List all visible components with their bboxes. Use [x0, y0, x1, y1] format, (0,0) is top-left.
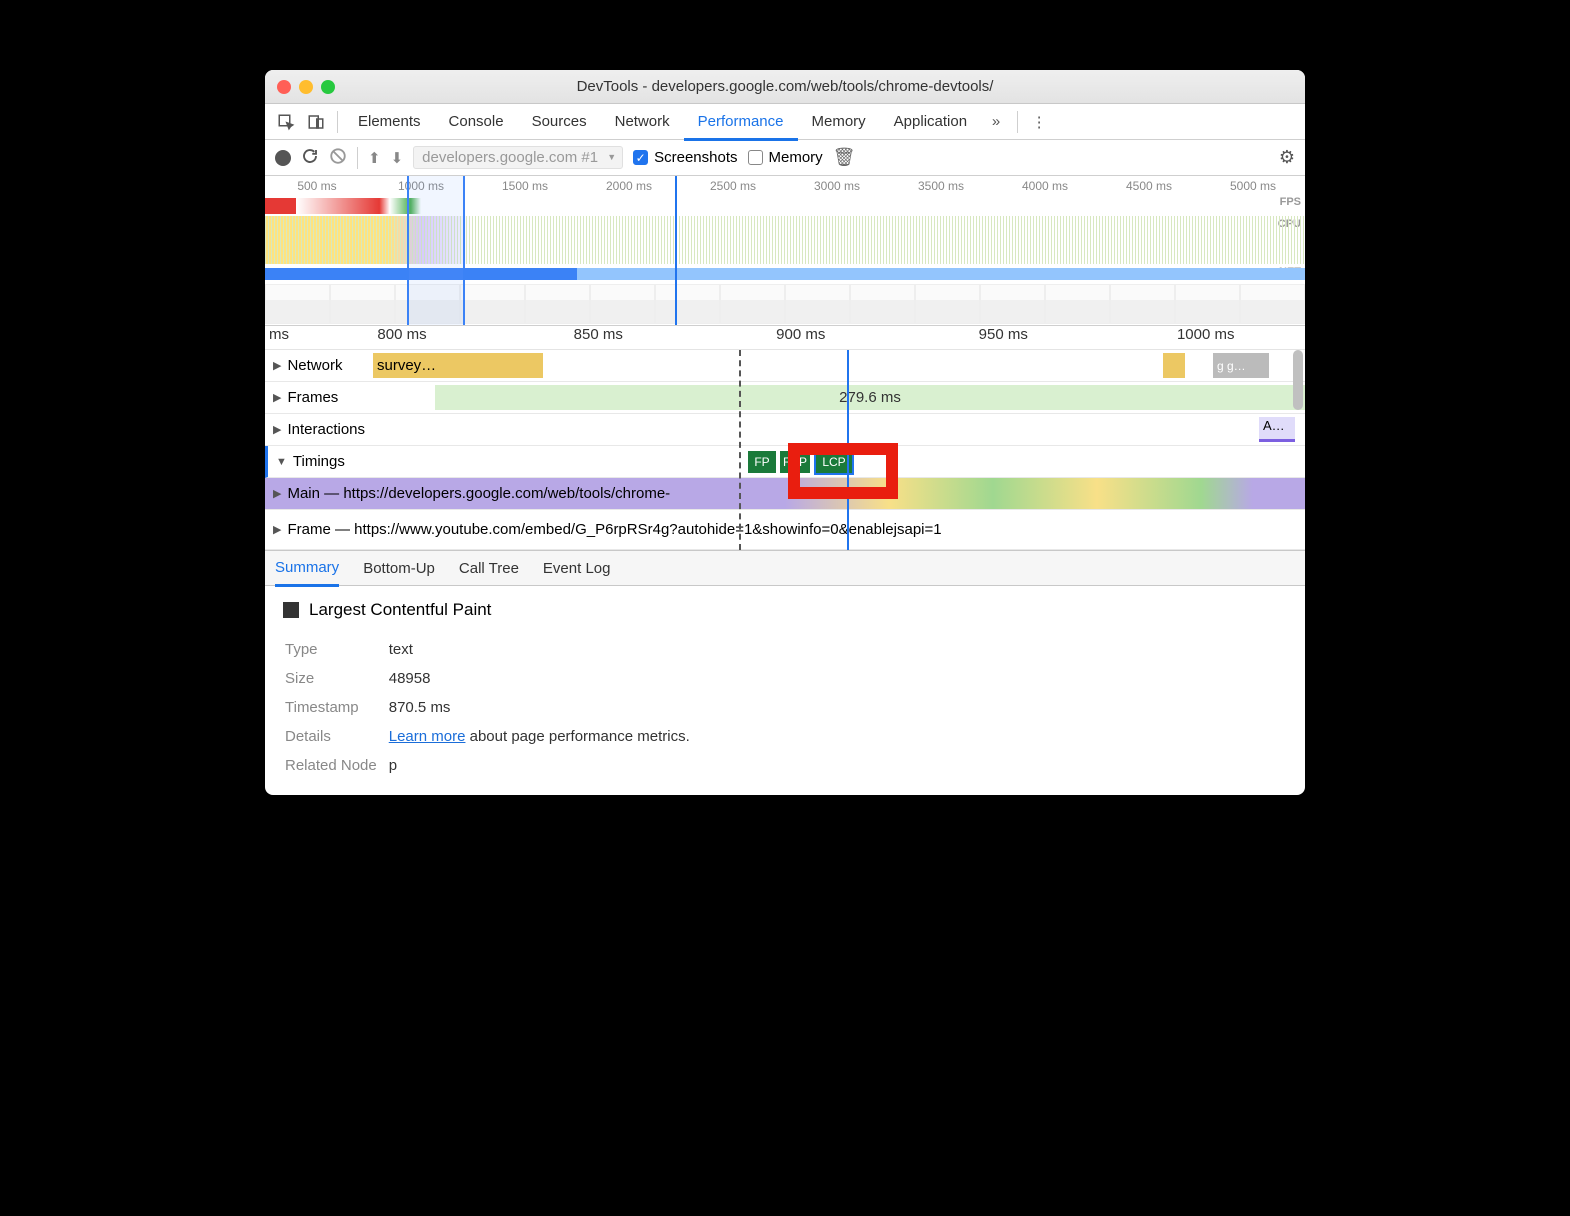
separator	[357, 147, 358, 169]
memory-checkbox[interactable]: Memory	[748, 149, 823, 166]
chevron-down-icon: ▼	[276, 456, 287, 468]
detail-ruler: ms 800 ms 850 ms 900 ms 950 ms 1000 ms	[265, 326, 1305, 350]
table-row: DetailsLearn more about page performance…	[285, 723, 700, 750]
fullscreen-icon[interactable]	[321, 80, 335, 94]
save-profile-icon[interactable]: ⬇	[391, 149, 404, 167]
tab-console[interactable]: Console	[435, 104, 518, 140]
tab-event-log[interactable]: Event Log	[543, 550, 611, 586]
tab-application[interactable]: Application	[880, 104, 981, 140]
interactions-track[interactable]: ▶ Interactions A…	[265, 414, 1305, 446]
recording-select[interactable]: developers.google.com #1	[413, 146, 623, 169]
device-toggle-icon[interactable]	[301, 107, 331, 137]
chevron-right-icon: ▶	[273, 523, 281, 536]
check-icon	[748, 150, 763, 165]
panel-tabs: Elements Console Sources Network Perform…	[265, 104, 1305, 140]
more-tabs-icon[interactable]: »	[981, 107, 1011, 137]
devtools-window: DevTools - developers.google.com/web/too…	[265, 70, 1305, 795]
separator	[1017, 111, 1018, 133]
main-track-label: Main — https://developers.google.com/web…	[287, 485, 670, 502]
timeline-overview[interactable]: 500 ms 1000 ms 1500 ms 2000 ms 2500 ms 3…	[265, 176, 1305, 326]
table-row: Typetext	[285, 636, 700, 663]
flame-chart-area: ms 800 ms 850 ms 900 ms 950 ms 1000 ms ▶…	[265, 326, 1305, 550]
inspect-icon[interactable]	[271, 107, 301, 137]
window-title: DevTools - developers.google.com/web/too…	[265, 78, 1305, 95]
overview-selection[interactable]	[407, 176, 465, 325]
fcp-marker[interactable]: FCP	[780, 451, 810, 473]
interactions-track-label: Interactions	[287, 421, 365, 438]
frame-duration-bar[interactable]: 279.6 ms	[435, 385, 1305, 410]
trash-icon[interactable]: 🗑	[833, 147, 856, 168]
scrollbar-thumb[interactable]	[1293, 350, 1303, 410]
playhead[interactable]	[847, 350, 849, 550]
gear-icon[interactable]: ⚙	[1279, 147, 1295, 168]
record-icon[interactable]	[275, 150, 291, 166]
table-row: Timestamp870.5 ms	[285, 694, 700, 721]
frames-track-label: Frames	[287, 389, 338, 406]
timings-track-label: Timings	[293, 453, 345, 470]
summary-properties: Typetext Size48958 Timestamp870.5 ms Det…	[283, 634, 702, 781]
chevron-right-icon: ▶	[273, 423, 281, 436]
detail-panel-tabs: Summary Bottom-Up Call Tree Event Log	[265, 550, 1305, 586]
reload-icon[interactable]	[301, 147, 319, 169]
screenshots-label: Screenshots	[654, 149, 737, 166]
tab-memory[interactable]: Memory	[798, 104, 880, 140]
tab-elements[interactable]: Elements	[344, 104, 435, 140]
tab-performance[interactable]: Performance	[684, 105, 798, 141]
check-icon: ✓	[633, 150, 648, 165]
hover-marker	[739, 350, 741, 550]
frame-track[interactable]: ▶ Frame — https://www.youtube.com/embed/…	[265, 510, 1305, 550]
overview-playhead	[675, 176, 677, 325]
clear-icon[interactable]	[329, 147, 347, 169]
network-track[interactable]: ▶ Network survey… g g…	[265, 350, 1305, 382]
network-track-label: Network	[287, 357, 342, 374]
fp-marker[interactable]: FP	[748, 451, 776, 473]
summary-title-text: Largest Contentful Paint	[309, 600, 491, 620]
summary-title: Largest Contentful Paint	[283, 600, 1287, 620]
chevron-right-icon: ▶	[273, 359, 281, 372]
timings-track[interactable]: ▼ Timings FP FCP LCP	[265, 446, 1305, 478]
load-profile-icon[interactable]: ⬆	[368, 149, 381, 167]
interaction-a[interactable]: A…	[1259, 417, 1295, 442]
frames-track[interactable]: ▶ Frames 279.6 ms	[265, 382, 1305, 414]
learn-more-link[interactable]: Learn more	[389, 728, 466, 745]
color-swatch-icon	[283, 602, 299, 618]
screenshots-checkbox[interactable]: ✓ Screenshots	[633, 149, 737, 166]
chevron-right-icon: ▶	[273, 487, 281, 500]
chevron-right-icon: ▶	[273, 391, 281, 404]
table-row: Size48958	[285, 665, 700, 692]
tab-call-tree[interactable]: Call Tree	[459, 550, 519, 586]
gg-block[interactable]: g g…	[1213, 353, 1269, 378]
titlebar: DevTools - developers.google.com/web/too…	[265, 70, 1305, 104]
tab-summary[interactable]: Summary	[275, 551, 339, 587]
tracks: ▶ Network survey… g g… ▶ Frames 279.6 ms…	[265, 350, 1305, 550]
close-icon[interactable]	[277, 80, 291, 94]
separator	[337, 111, 338, 133]
memory-label: Memory	[769, 149, 823, 166]
network-item[interactable]: survey…	[373, 353, 543, 378]
summary-panel: Largest Contentful Paint Typetext Size48…	[265, 586, 1305, 795]
minimize-icon[interactable]	[299, 80, 313, 94]
main-track[interactable]: ▶ Main — https://developers.google.com/w…	[265, 478, 1305, 510]
network-item-2[interactable]	[1163, 353, 1185, 378]
table-row: Related Nodep	[285, 752, 700, 779]
tab-sources[interactable]: Sources	[518, 104, 601, 140]
frame-track-label: Frame — https://www.youtube.com/embed/G_…	[287, 521, 941, 538]
tab-bottom-up[interactable]: Bottom-Up	[363, 550, 435, 586]
kebab-icon[interactable]: ⋮	[1024, 107, 1054, 137]
traffic-lights	[277, 80, 335, 94]
tab-network[interactable]: Network	[601, 104, 684, 140]
performance-toolbar: ⬆ ⬇ developers.google.com #1 ✓ Screensho…	[265, 140, 1305, 176]
